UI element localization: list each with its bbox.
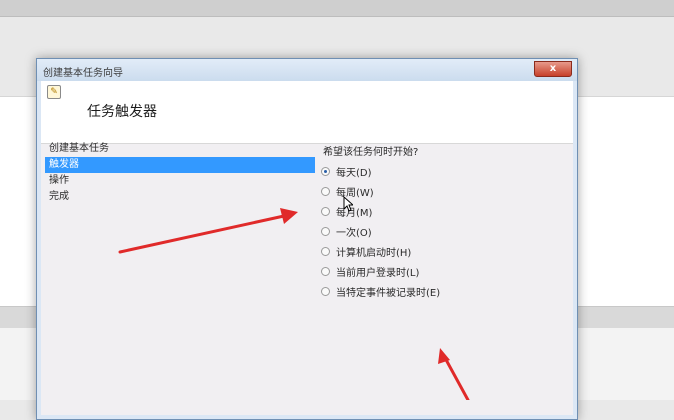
option-weekly[interactable]: 每周(W) <box>321 181 440 201</box>
step-action[interactable]: 操作 <box>45 173 315 189</box>
option-on-event[interactable]: 当特定事件被记录时(E) <box>321 281 440 301</box>
option-once-label: 一次(O) <box>336 227 372 239</box>
mouse-cursor-icon <box>343 196 353 212</box>
radio-at-startup[interactable] <box>321 246 330 256</box>
page-title: 任务触发器 <box>87 104 157 120</box>
radio-weekly[interactable] <box>321 186 330 196</box>
close-button[interactable]: x <box>534 61 572 77</box>
step-trigger[interactable]: 触发器 <box>45 157 315 173</box>
radio-at-logon[interactable] <box>321 266 330 276</box>
option-daily-label: 每天(D) <box>336 167 372 179</box>
option-once[interactable]: 一次(O) <box>321 221 440 241</box>
option-at-logon-label: 当前用户登录时(L) <box>336 267 420 279</box>
wizard-steps-list: 创建基本任务 触发器 操作 完成 <box>45 141 315 205</box>
option-at-startup[interactable]: 计算机启动时(H) <box>321 241 440 261</box>
option-at-logon[interactable]: 当前用户登录时(L) <box>321 261 440 281</box>
option-at-startup-label: 计算机启动时(H) <box>336 247 412 259</box>
option-monthly[interactable]: 每月(M) <box>321 201 440 221</box>
trigger-question: 希望该任务何时开始? <box>323 147 419 158</box>
option-monthly-label: 每月(M) <box>336 207 373 219</box>
window-title: 创建基本任务向导 <box>43 68 123 79</box>
option-daily[interactable]: 每天(D) <box>321 161 440 181</box>
radio-monthly[interactable] <box>321 206 330 216</box>
create-basic-task-wizard-dialog: 创建基本任务向导 x ✎ 任务触发器 创建基本任务 触发器 操作 完成 希望该任… <box>36 58 578 420</box>
radio-daily[interactable] <box>321 166 330 176</box>
step-finish[interactable]: 完成 <box>45 189 315 205</box>
dialog-content: ✎ 任务触发器 创建基本任务 触发器 操作 完成 希望该任务何时开始? 每天(D… <box>41 81 573 415</box>
trigger-options: 每天(D) 每周(W) 每月(M) 一次(O) 计算机启动时(H) 当前用户登录… <box>321 161 440 301</box>
option-weekly-label: 每周(W) <box>336 187 374 199</box>
radio-on-event[interactable] <box>321 286 330 296</box>
wizard-header: ✎ 任务触发器 <box>41 81 573 144</box>
radio-once[interactable] <box>321 226 330 236</box>
title-bar[interactable]: 创建基本任务向导 x <box>37 59 577 81</box>
wizard-icon: ✎ <box>47 85 61 99</box>
option-on-event-label: 当特定事件被记录时(E) <box>336 287 441 299</box>
step-create-basic-task[interactable]: 创建基本任务 <box>45 141 315 157</box>
background-window-bar <box>0 0 674 17</box>
